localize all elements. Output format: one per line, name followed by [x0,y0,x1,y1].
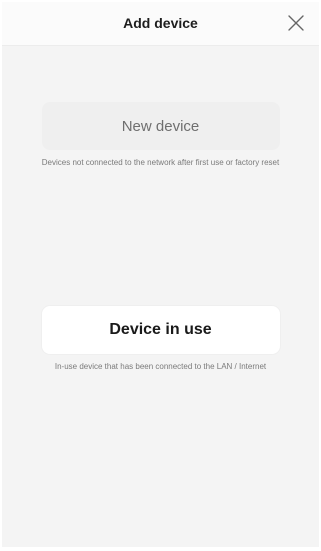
new-device-label: New device [121,117,200,135]
new-device-description: Devices not connected to the network aft… [41,158,280,167]
header-bar: Add device [2,2,319,46]
close-button[interactable] [285,12,307,34]
page-title: Add device [123,15,198,31]
device-in-use-option: Device in use In-use device that has bee… [2,306,319,372]
device-in-use-label: Device in use [109,321,212,338]
device-in-use-description: In-use device that has been connected to… [54,362,267,371]
add-device-screen: Add device New device Devices not connec… [2,2,319,547]
new-device-option: New device Devices not connected to the … [2,102,319,168]
new-device-button[interactable]: New device [41,102,280,150]
device-in-use-button[interactable]: Device in use [41,306,280,354]
close-icon [288,15,304,31]
